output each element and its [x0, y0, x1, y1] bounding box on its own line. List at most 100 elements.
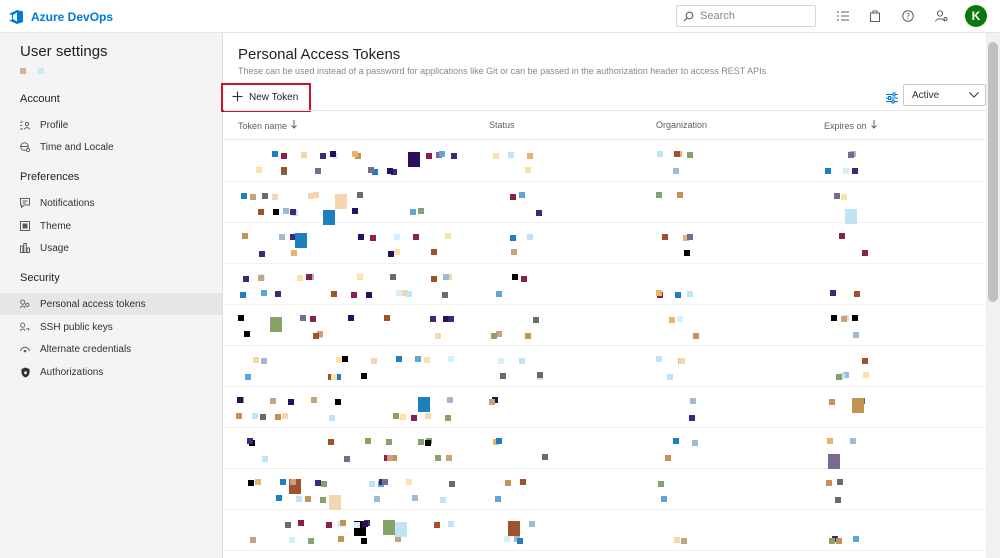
table-row[interactable]	[224, 223, 986, 264]
redacted-pixel	[445, 415, 451, 421]
search-box[interactable]	[676, 5, 816, 27]
redacted-pixel	[382, 479, 388, 485]
list-icon[interactable]	[835, 8, 851, 24]
redacted-pixel	[310, 316, 316, 322]
redacted-pixel	[661, 496, 667, 502]
sidebar-section-preferences: Preferences	[20, 171, 80, 183]
brand[interactable]: Azure DevOps	[8, 9, 113, 25]
redacted-pixel	[242, 233, 248, 239]
table-row[interactable]	[224, 305, 986, 346]
redacted-pixel	[525, 167, 531, 173]
redacted-pixel	[282, 413, 288, 419]
redacted-pixel	[354, 522, 360, 528]
redacted-pixel	[305, 496, 311, 502]
redacted-pixel	[451, 153, 457, 159]
redacted-pixel	[394, 249, 400, 255]
redacted-pixel	[328, 439, 334, 445]
table-row[interactable]	[224, 469, 986, 510]
sidebar-item-usage[interactable]: Usage	[0, 237, 222, 259]
table-row[interactable]	[224, 510, 986, 551]
token-state-select[interactable]: Active	[903, 84, 986, 106]
redacted-pixel	[396, 290, 402, 296]
redacted-pixel	[258, 275, 264, 281]
redacted-pixel	[848, 152, 854, 158]
search-input[interactable]	[700, 10, 800, 22]
redacted-pixel	[689, 415, 695, 421]
column-header-token-name[interactable]: Token name	[238, 120, 297, 131]
user-settings-icon[interactable]	[933, 8, 949, 24]
redacted-pixel	[406, 291, 412, 297]
redacted-pixel	[542, 454, 548, 460]
new-token-button[interactable]: New Token	[221, 83, 311, 112]
redacted-pixel	[244, 331, 250, 337]
svg-text:?: ?	[906, 12, 910, 21]
redacted-pixel	[658, 481, 664, 487]
redacted-pixel	[529, 521, 535, 527]
search-icon	[683, 11, 694, 22]
page-description: These can be used instead of a password …	[238, 66, 767, 76]
sidebar-item-personal-access-tokens[interactable]: Personal access tokens	[0, 293, 222, 315]
redacted-pixel	[358, 234, 364, 240]
column-header-status[interactable]: Status	[489, 120, 515, 130]
profile-icon	[20, 120, 30, 130]
redacted-pixel	[677, 192, 683, 198]
redacted-pixel	[386, 439, 392, 445]
table-row[interactable]	[224, 182, 986, 225]
table-row[interactable]	[224, 141, 986, 182]
table-row[interactable]	[224, 264, 986, 305]
sidebar-item-theme[interactable]: Theme	[0, 215, 222, 237]
redacted-pixel	[243, 276, 249, 282]
shield-icon	[20, 367, 30, 377]
redacted-pixel	[238, 315, 244, 321]
redacted-pixel	[657, 151, 663, 157]
redacted-pixel	[281, 167, 287, 173]
redacted-pixel	[285, 522, 291, 528]
redacted-pixel	[298, 520, 304, 526]
redacted-pixel	[418, 439, 424, 445]
redacted-pixel	[290, 209, 296, 215]
table-row[interactable]	[224, 428, 986, 469]
sidebar-item-authorizations[interactable]: Authorizations	[0, 361, 222, 383]
redacted-pixel	[442, 292, 448, 298]
column-header-organization[interactable]: Organization	[656, 120, 707, 130]
redacted-pixel	[667, 374, 673, 380]
redacted-pixel	[674, 537, 680, 543]
table-row[interactable]	[224, 346, 986, 387]
theme-icon	[20, 221, 30, 231]
redacted-pixel	[301, 152, 307, 158]
avatar[interactable]: K	[965, 5, 987, 27]
sidebar-item-alternate-credentials[interactable]: Alternate credentials	[0, 338, 222, 360]
redacted-pixel	[665, 455, 671, 461]
sidebar-item-label: Personal access tokens	[40, 298, 146, 310]
redacted-pixel	[430, 316, 436, 322]
page-title: Personal Access Tokens	[238, 46, 401, 63]
help-icon[interactable]: ?	[900, 8, 916, 24]
redacted-pixel	[527, 153, 533, 159]
redacted-pixel	[315, 168, 321, 174]
redacted-pixel	[410, 209, 416, 215]
redacted-pixel	[369, 481, 375, 487]
sidebar-item-profile[interactable]: Profile	[0, 114, 222, 136]
redacted-pixel	[446, 455, 452, 461]
redacted-pixel	[496, 438, 502, 444]
redacted-pixel	[498, 358, 504, 364]
sidebar-item-time-locale[interactable]: Time and Locale	[0, 136, 222, 158]
sidebar-item-label: Notifications	[40, 197, 95, 209]
sidebar-title: User settings	[20, 43, 108, 60]
redacted-pixel	[835, 497, 841, 503]
filter-icon[interactable]	[886, 91, 898, 104]
table-row[interactable]	[224, 387, 986, 428]
sidebar-item-ssh-public-keys[interactable]: SSH public keys	[0, 316, 222, 338]
scrollbar-thumb[interactable]	[988, 42, 998, 302]
redacted-pixel	[839, 233, 845, 239]
redacted-pixel	[510, 194, 516, 200]
sidebar-item-notifications[interactable]: Notifications	[0, 192, 222, 214]
notifications-icon	[20, 198, 30, 208]
token-table-body	[224, 141, 986, 551]
redacted-pixel	[435, 333, 441, 339]
redacted-pixel	[352, 151, 358, 157]
new-token-label: New Token	[249, 92, 299, 103]
marketplace-bag-icon[interactable]	[867, 8, 883, 24]
column-header-expires-on[interactable]: Expires on	[824, 120, 877, 131]
redacted-pixel	[669, 317, 675, 323]
